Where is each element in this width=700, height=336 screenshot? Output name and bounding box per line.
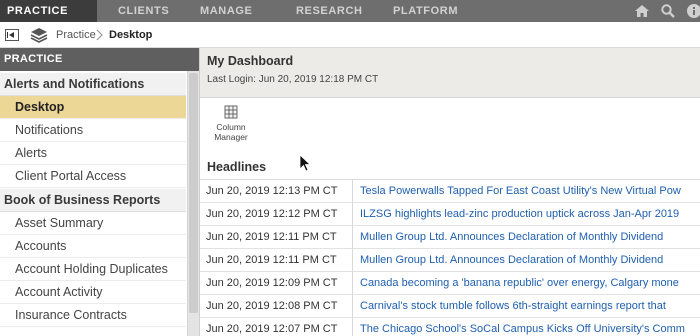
headline-link[interactable]: Mullen Group Ltd. Announces Declaration … bbox=[360, 226, 690, 249]
page-title: My Dashboard bbox=[207, 54, 294, 68]
column-grid-icon bbox=[224, 105, 238, 119]
layers-icon bbox=[30, 28, 48, 43]
headline-link[interactable]: Carnival's stock tumble follows 6th-stra… bbox=[360, 295, 690, 318]
sidebar: PRACTICE Alerts and Notifications Deskto… bbox=[0, 48, 200, 336]
sidebar-item-insurance-contracts[interactable]: Insurance Contracts bbox=[0, 304, 186, 327]
column-manager-button[interactable]: Column Manager bbox=[208, 105, 254, 151]
table-row: Jun 20, 2019 12:13 PM CT Tesla Powerwall… bbox=[200, 180, 700, 203]
table-row: Jun 20, 2019 12:11 PM CT Mullen Group Lt… bbox=[200, 249, 700, 272]
headline-time: Jun 20, 2019 12:07 PM CT bbox=[200, 318, 353, 336]
headline-link[interactable]: The Chicago School's SoCal Campus Kicks … bbox=[360, 318, 690, 336]
breadcrumb: Practice Desktop bbox=[0, 22, 700, 48]
headlines-heading: Headlines bbox=[207, 160, 267, 174]
headline-time: Jun 20, 2019 12:11 PM CT bbox=[200, 226, 353, 249]
table-row: Jun 20, 2019 12:07 PM CT The Chicago Sch… bbox=[200, 318, 700, 336]
headlines-table: Jun 20, 2019 12:13 PM CT Tesla Powerwall… bbox=[200, 179, 700, 336]
chevron-right-icon bbox=[96, 29, 103, 41]
top-nav: PRACTICE CLIENTS MANAGE RESEARCH PLATFOR… bbox=[0, 0, 700, 22]
sidebar-scrollbar[interactable] bbox=[187, 71, 199, 336]
nav-tab-manage[interactable]: MANAGE bbox=[200, 0, 253, 22]
headline-link[interactable]: Tesla Powerwalls Tapped For East Coast U… bbox=[360, 180, 690, 203]
column-manager-label: Column Manager bbox=[214, 122, 248, 142]
nav-tab-practice[interactable]: PRACTICE bbox=[0, 0, 97, 22]
sidebar-item-alerts[interactable]: Alerts bbox=[0, 142, 186, 165]
table-row: Jun 20, 2019 12:09 PM CT Canada becoming… bbox=[200, 272, 700, 295]
sidebar-section-book-of-business[interactable]: Book of Business Reports bbox=[0, 189, 186, 212]
sidebar-item-asset-summary[interactable]: Asset Summary bbox=[0, 212, 186, 235]
breadcrumb-current: Desktop bbox=[109, 29, 153, 41]
sidebar-item-accounts[interactable]: Accounts bbox=[0, 235, 186, 258]
sidebar-section-alerts[interactable]: Alerts and Notifications bbox=[0, 73, 186, 96]
headline-time: Jun 20, 2019 12:09 PM CT bbox=[200, 272, 353, 295]
collapse-sidebar-button[interactable] bbox=[5, 29, 19, 41]
headline-link[interactable]: Canada becoming a 'banana republic' over… bbox=[360, 272, 690, 295]
table-row: Jun 20, 2019 12:08 PM CT Carnival's stoc… bbox=[200, 295, 700, 318]
mouse-cursor-icon bbox=[299, 154, 311, 172]
headline-link[interactable]: Mullen Group Ltd. Announces Declaration … bbox=[360, 249, 690, 272]
sidebar-item-account-holding-duplicates[interactable]: Account Holding Duplicates bbox=[0, 258, 186, 281]
info-icon[interactable] bbox=[686, 3, 700, 19]
dashboard-header: My Dashboard Last Login: Jun 20, 2019 12… bbox=[200, 48, 700, 98]
nav-tab-platform[interactable]: PLATFORM bbox=[393, 0, 458, 22]
table-row: Jun 20, 2019 12:12 PM CT ILZSG highlight… bbox=[200, 203, 700, 226]
nav-tab-clients[interactable]: CLIENTS bbox=[118, 0, 169, 22]
headline-time: Jun 20, 2019 12:08 PM CT bbox=[200, 295, 353, 318]
table-row: Jun 20, 2019 12:11 PM CT Mullen Group Lt… bbox=[200, 226, 700, 249]
headline-time: Jun 20, 2019 12:11 PM CT bbox=[200, 249, 353, 272]
home-icon[interactable] bbox=[634, 3, 650, 19]
search-icon[interactable] bbox=[660, 3, 676, 19]
sidebar-item-client-portal-access[interactable]: Client Portal Access bbox=[0, 165, 186, 188]
sidebar-item-account-activity[interactable]: Account Activity bbox=[0, 281, 186, 304]
sidebar-item-notifications[interactable]: Notifications bbox=[0, 119, 186, 142]
nav-tab-research[interactable]: RESEARCH bbox=[296, 0, 363, 22]
sidebar-scrollbar-thumb[interactable] bbox=[189, 73, 198, 313]
headline-time: Jun 20, 2019 12:12 PM CT bbox=[200, 203, 353, 226]
sidebar-header: PRACTICE bbox=[0, 48, 199, 71]
sidebar-item-desktop[interactable]: Desktop bbox=[0, 96, 186, 119]
last-login-text: Last Login: Jun 20, 2019 12:18 PM CT bbox=[207, 74, 379, 85]
headline-link[interactable]: ILZSG highlights lead-zinc production up… bbox=[360, 203, 690, 226]
breadcrumb-practice[interactable]: Practice bbox=[56, 22, 96, 48]
main-content: My Dashboard Last Login: Jun 20, 2019 12… bbox=[200, 48, 700, 336]
headline-time: Jun 20, 2019 12:13 PM CT bbox=[200, 180, 353, 203]
